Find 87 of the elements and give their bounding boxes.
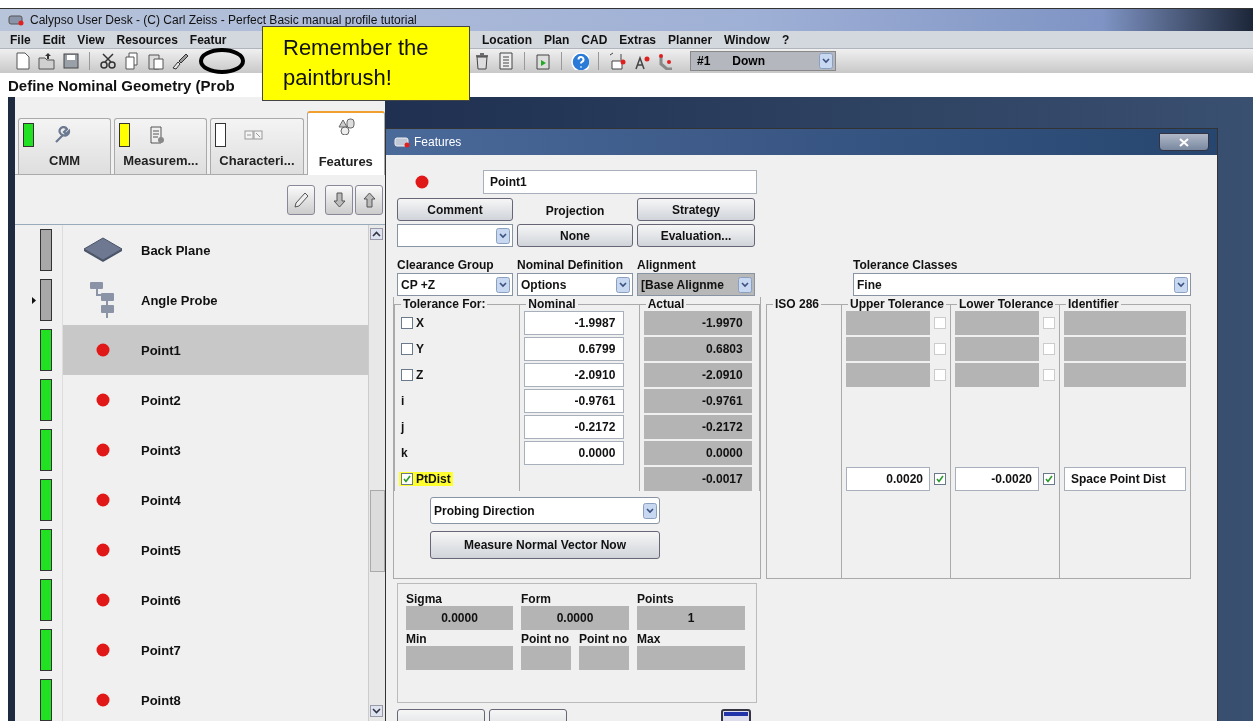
stat-label: Point no [521,632,569,646]
coordinate-label: PtDist [416,472,451,486]
tab[interactable]: Features [306,111,385,175]
tab[interactable]: Measurem... [114,118,208,174]
stat-label: Min [406,632,427,646]
menu-item[interactable]: Featur [189,32,227,47]
projection-label: Projection [545,203,605,218]
actual-field: -0.9761 [643,389,752,413]
tolerance-classes-dropdown[interactable]: Fine [853,273,1191,296]
coordinate-label: k [401,446,408,460]
lower-tolerance-field[interactable]: -0.0020 [955,467,1039,491]
column-heading: Tolerance For: [402,297,487,311]
coordinate-label: j [401,420,405,434]
coordinate-label: i [401,394,405,408]
nominal-field[interactable]: -0.2172 [524,415,625,439]
menu-item[interactable]: Resources [116,32,178,47]
actual-field: 0.0000 [643,441,752,465]
callout-note: Remember the paintbrush! [262,26,470,101]
column-heading: Upper Tolerance [849,297,945,311]
evaluation-button[interactable]: Evaluation... [637,224,755,247]
stat-value: 0.0000 [406,606,513,630]
column-heading: Lower Tolerance [958,297,1055,311]
coordinate-label: X [416,316,424,330]
feature-item[interactable]: Point4 [63,475,368,525]
menu-item[interactable]: ? [781,32,790,47]
tab[interactable]: CMM [18,118,112,174]
nominal-definition-label: Nominal Definition [517,258,623,272]
column-heading: Identifier [1067,297,1120,311]
name-field[interactable]: Point1 [483,170,757,194]
page-heading: Define Nominal Geometry (Prob [8,76,235,94]
strategy-button[interactable]: Strategy [637,198,755,221]
tolerance-classes-label: Tolerance Classes [853,258,958,272]
feature-item[interactable]: Angle Probe [63,275,368,325]
stat-label: Form [521,592,551,606]
alignment-dropdown[interactable]: [Base Alignme [637,273,755,296]
stat-value: 0.0000 [521,606,629,630]
window-title: Calypso User Desk - (C) Carl Zeiss - Perfect Basic manual profile tutorial [30,13,417,27]
tab[interactable]: Characteri... [210,118,304,174]
stat-label: Sigma [406,592,442,606]
actual-field: 0.6803 [643,337,752,361]
probing-direction-dropdown[interactable]: Probing Direction [430,497,660,524]
feature-item[interactable]: Point1 [63,325,368,375]
column-heading: Nominal [527,297,577,311]
nominal-field[interactable]: -1.9987 [524,311,625,335]
stat-label: Max [637,632,661,646]
menu-item[interactable]: View [77,32,105,47]
column-heading: Actual [646,297,686,311]
feature-item[interactable]: Back Plane [63,225,368,275]
menu-item[interactable]: Location [482,32,532,47]
feature-item[interactable]: Point7 [63,625,368,675]
menu-item[interactable]: Extras [619,32,657,47]
actual-field: -2.0910 [643,363,752,387]
dialog-title: Features [414,135,462,149]
nominal-field[interactable]: 0.0000 [524,441,625,465]
stat-label: Point no [579,632,627,646]
feature-item[interactable]: Point8 [63,675,368,721]
alignment-label: Alignment [637,258,696,272]
stat-label: Points [637,592,674,606]
feature-item[interactable]: Point5 [63,525,368,575]
feature-item[interactable]: Point6 [63,575,368,625]
nominal-field[interactable]: 0.6799 [524,337,625,361]
actual-field: -1.9970 [643,311,752,335]
identifier-field[interactable]: Space Point Dist [1064,467,1186,491]
menu-item[interactable]: Planner [668,32,713,47]
actual-field: -0.2172 [643,415,752,439]
measure-normal-vector-button[interactable]: Measure Normal Vector Now [430,531,660,559]
projection-button[interactable]: None [517,224,633,247]
menu-item[interactable]: CAD [581,32,608,47]
actual-field: -0.0017 [643,467,752,491]
menu-item[interactable]: Window [724,32,770,47]
nominal-field[interactable]: -0.9761 [524,389,625,413]
nominal-field[interactable]: -2.0910 [524,363,625,387]
clearance-group-label: Clearance Group [397,258,494,272]
stat-value: 1 [637,606,745,630]
menu-item[interactable]: Edit [42,32,66,47]
comment-button[interactable]: Comment [397,198,513,221]
clearance-group-dropdown[interactable]: CP +Z [397,273,513,296]
feature-item[interactable]: Point3 [63,425,368,475]
column-heading: ISO 286 [774,297,821,311]
upper-tolerance-field[interactable]: 0.0020 [846,467,930,491]
nominal-definition-dropdown[interactable]: Options [517,273,633,296]
menu-item[interactable]: File [10,32,31,47]
coordinate-label: Z [416,368,424,382]
probe-dropdown[interactable]: #1 Down [690,51,836,71]
menu-item[interactable]: Plan [544,32,570,47]
coordinate-label: Y [416,342,424,356]
feature-item[interactable]: Point2 [63,375,368,425]
